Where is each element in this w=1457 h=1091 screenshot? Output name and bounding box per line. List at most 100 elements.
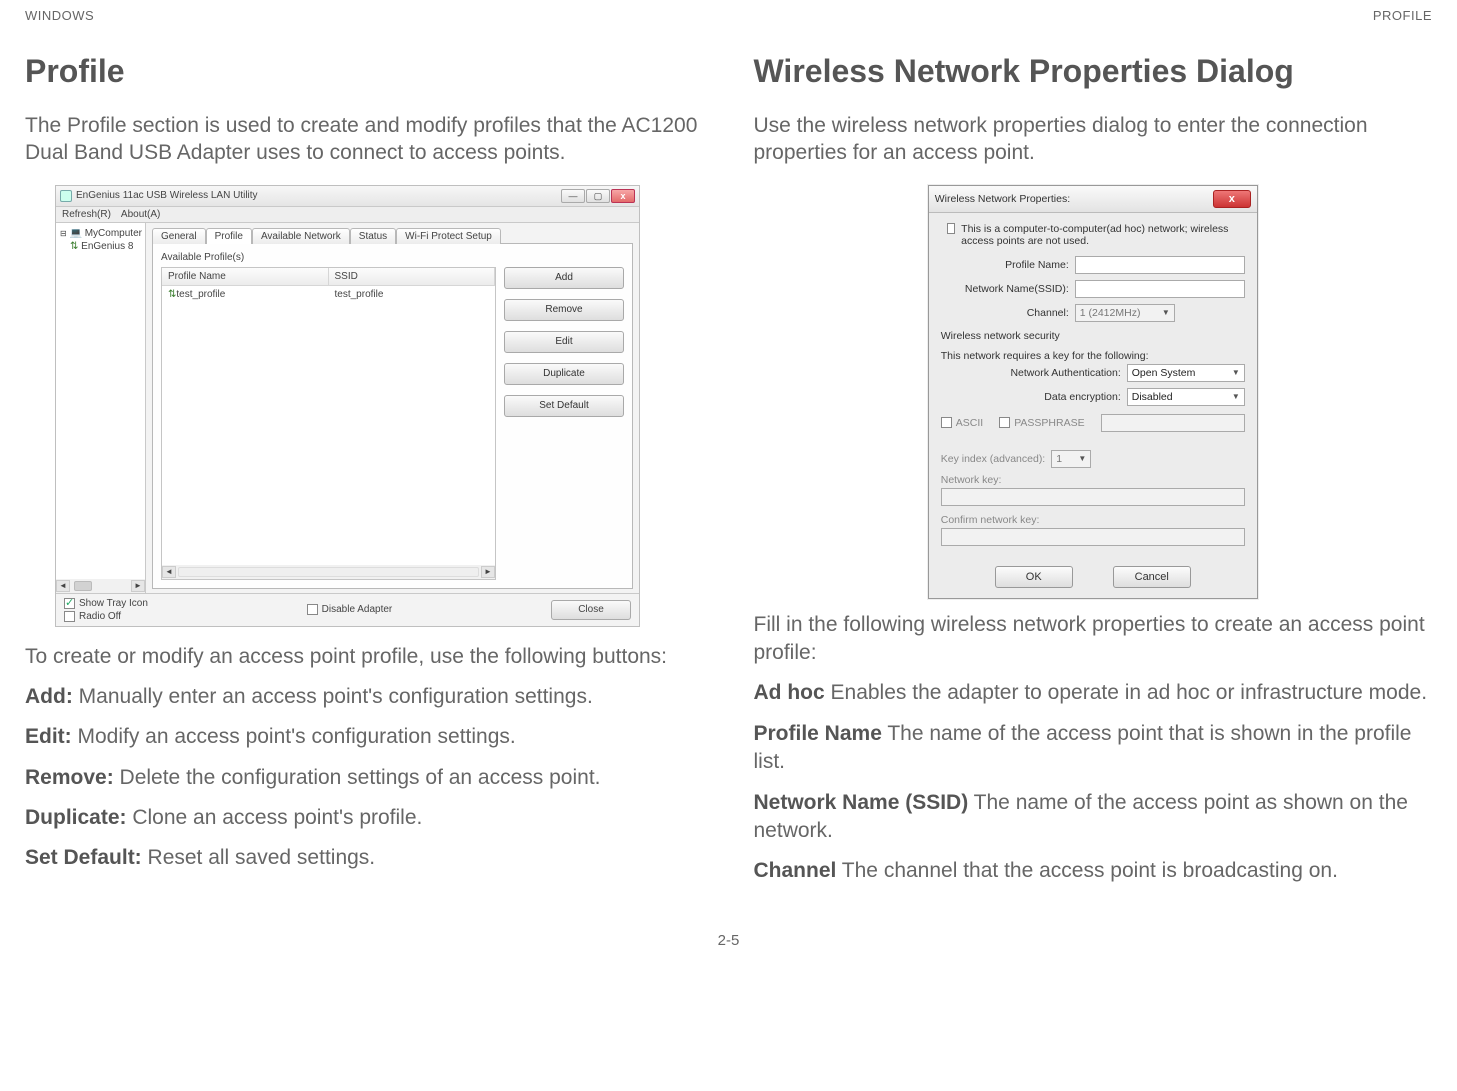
utility-window: EnGenius 11ac USB Wireless LAN Utility —… xyxy=(55,185,640,627)
key-index-label: Key index (advanced): xyxy=(941,453,1045,465)
menubar: Refresh(R) About(A) xyxy=(56,207,639,223)
window-titlebar: EnGenius 11ac USB Wireless LAN Utility —… xyxy=(56,186,639,207)
profile-heading: Profile xyxy=(25,53,704,90)
chevron-down-icon: ▼ xyxy=(1162,308,1170,317)
col-header-profile-name: Profile Name xyxy=(162,268,329,285)
edit-button[interactable]: Edit xyxy=(504,331,624,353)
passphrase-input xyxy=(1101,414,1245,432)
channel-select: 1 (2412MHz)▼ xyxy=(1075,304,1175,322)
profile-tab-page: Available Profile(s) Profile Name SSID ⇅… xyxy=(152,243,633,589)
dialog-close-button[interactable]: x xyxy=(1213,190,1251,208)
header-right: PROFILE xyxy=(1373,8,1432,23)
list-header: Profile Name SSID xyxy=(162,268,495,286)
page-number: 2-5 xyxy=(25,932,1432,949)
key-index-select: 1▼ xyxy=(1051,450,1091,468)
checkbox-icon xyxy=(307,604,318,615)
ascii-checkbox[interactable]: ASCII xyxy=(941,417,983,429)
checkbox-icon xyxy=(64,611,75,622)
maximize-button[interactable]: ▢ xyxy=(586,189,610,203)
radio-off-checkbox[interactable]: Radio Off xyxy=(64,611,148,622)
scroll-right-icon[interactable]: ► xyxy=(131,580,145,592)
col-header-ssid: SSID xyxy=(329,268,496,285)
tab-wifi-protect-setup[interactable]: Wi-Fi Protect Setup xyxy=(396,228,501,244)
close-button[interactable]: Close xyxy=(551,600,631,620)
scroll-thumb[interactable] xyxy=(74,581,92,591)
encryption-label: Data encryption: xyxy=(941,391,1121,403)
right-column: Wireless Network Properties Dialog Use t… xyxy=(754,53,1433,898)
available-profiles-label: Available Profile(s) xyxy=(161,252,624,263)
tree-scrollbar[interactable]: ◄ ► xyxy=(56,579,145,593)
cancel-button[interactable]: Cancel xyxy=(1113,566,1191,588)
disable-adapter-checkbox[interactable]: Disable Adapter xyxy=(307,604,393,615)
row-profile-name: test_profile xyxy=(176,289,225,300)
profile-list[interactable]: Profile Name SSID ⇅test_profile test_pro… xyxy=(161,267,496,580)
item-edit: Edit: Modify an access point's configura… xyxy=(25,723,704,751)
security-header: Wireless network security xyxy=(941,330,1245,342)
item-add: Add: Manually enter an access point's co… xyxy=(25,683,704,711)
show-tray-checkbox[interactable]: Show Tray Icon xyxy=(64,598,148,609)
profile-intro: The Profile section is used to create an… xyxy=(25,112,704,167)
checkbox-icon xyxy=(941,417,952,428)
left-column: Profile The Profile section is used to c… xyxy=(25,53,704,898)
passphrase-checkbox[interactable]: PASSPHRASE xyxy=(999,417,1084,429)
scroll-left-icon[interactable]: ◄ xyxy=(56,580,70,592)
channel-label: Channel: xyxy=(941,307,1069,319)
utility-window-figure: EnGenius 11ac USB Wireless LAN Utility —… xyxy=(55,185,640,627)
minimize-button[interactable]: — xyxy=(561,189,585,203)
dialog-intro: Use the wireless network properties dial… xyxy=(754,112,1433,167)
device-tree: ⊟ 💻 MyComputer ⇅ EnGenius 8 ◄ ► xyxy=(56,223,146,593)
item-set-default: Set Default: Reset all saved settings. xyxy=(25,844,704,872)
ssid-label: Network Name(SSID): xyxy=(941,283,1069,295)
chevron-down-icon: ▼ xyxy=(1232,368,1240,377)
chevron-down-icon: ▼ xyxy=(1232,392,1240,401)
add-button[interactable]: Add xyxy=(504,267,624,289)
close-window-button[interactable]: x xyxy=(611,189,635,203)
profile-name-input[interactable] xyxy=(1075,256,1245,274)
tab-profile[interactable]: Profile xyxy=(206,228,252,244)
menu-about[interactable]: About(A) xyxy=(121,209,160,220)
checkbox-icon xyxy=(64,598,75,609)
item-network-name: Network Name (SSID) The name of the acce… xyxy=(754,789,1433,846)
dialog-title: Wireless Network Properties: xyxy=(935,193,1070,205)
scroll-track[interactable] xyxy=(178,567,479,577)
window-title: EnGenius 11ac USB Wireless LAN Utility xyxy=(76,190,258,201)
profile-buttons-intro: To create or modify an access point prof… xyxy=(25,643,704,671)
auth-select[interactable]: Open System▼ xyxy=(1127,364,1245,382)
encryption-select[interactable]: Disabled▼ xyxy=(1127,388,1245,406)
tree-child[interactable]: ⇅ EnGenius 8 xyxy=(58,240,143,253)
duplicate-button[interactable]: Duplicate xyxy=(504,363,624,385)
set-default-button[interactable]: Set Default xyxy=(504,395,624,417)
window-footer: Show Tray Icon Radio Off Disable Adapter… xyxy=(56,593,639,626)
dialog-fill-intro: Fill in the following wireless network p… xyxy=(754,611,1433,668)
adhoc-label: This is a computer-to-computer(ad hoc) n… xyxy=(961,223,1245,248)
scroll-right-icon[interactable]: ► xyxy=(481,566,495,578)
dialog-titlebar: Wireless Network Properties: x xyxy=(929,186,1257,213)
tab-status[interactable]: Status xyxy=(350,228,396,244)
network-key-input xyxy=(941,488,1245,506)
header-left: WINDOWS xyxy=(25,8,94,23)
network-key-label: Network key: xyxy=(941,474,1245,486)
item-channel: Channel The channel that the access poin… xyxy=(754,857,1433,885)
page-header: WINDOWS PROFILE xyxy=(25,8,1432,23)
confirm-key-input xyxy=(941,528,1245,546)
tab-available-network[interactable]: Available Network xyxy=(252,228,350,244)
app-icon xyxy=(60,190,72,202)
list-row[interactable]: ⇅test_profile test_profile xyxy=(162,286,495,303)
properties-dialog-figure: Wireless Network Properties: x This is a… xyxy=(928,185,1258,599)
list-scrollbar[interactable]: ◄ ► xyxy=(162,565,495,579)
ssid-input[interactable] xyxy=(1075,280,1245,298)
properties-dialog: Wireless Network Properties: x This is a… xyxy=(928,185,1258,599)
adhoc-checkbox[interactable] xyxy=(947,223,955,234)
menu-refresh[interactable]: Refresh(R) xyxy=(62,209,111,220)
item-duplicate: Duplicate: Clone an access point's profi… xyxy=(25,804,704,832)
dialog-heading: Wireless Network Properties Dialog xyxy=(754,53,1433,90)
remove-button[interactable]: Remove xyxy=(504,299,624,321)
security-subheader: This network requires a key for the foll… xyxy=(941,350,1245,362)
ok-button[interactable]: OK xyxy=(995,566,1073,588)
scroll-left-icon[interactable]: ◄ xyxy=(162,566,176,578)
chevron-down-icon: ▼ xyxy=(1078,454,1086,463)
tree-root[interactable]: ⊟ 💻 MyComputer xyxy=(58,227,143,240)
tab-general[interactable]: General xyxy=(152,228,206,244)
confirm-key-label: Confirm network key: xyxy=(941,514,1245,526)
tab-strip: General Profile Available Network Status… xyxy=(152,227,633,243)
